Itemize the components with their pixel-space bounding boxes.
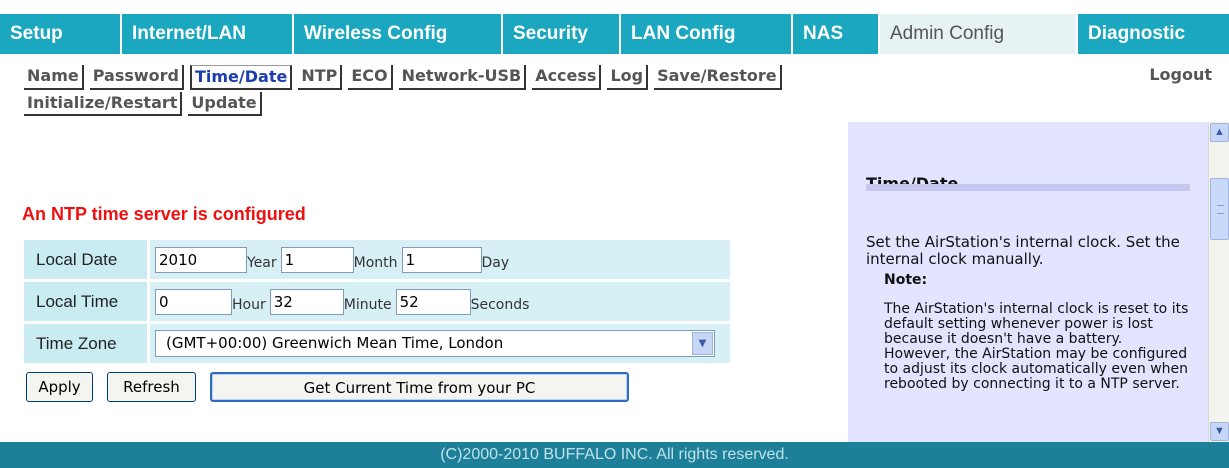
subnav-time-date[interactable]: Time/Date bbox=[189, 65, 293, 90]
day-unit-label: Day bbox=[481, 254, 510, 271]
minute-input[interactable]: 32 bbox=[269, 288, 344, 315]
top-nav: Setup Internet/LAN Wireless Config Secur… bbox=[0, 14, 1229, 54]
scroll-thumb[interactable] bbox=[1210, 178, 1229, 240]
apply-button[interactable]: Apply bbox=[26, 372, 93, 402]
help-divider bbox=[866, 184, 1190, 191]
local-date-fields: 2010 Year 1 Month 1 Day bbox=[150, 240, 730, 279]
seconds-input[interactable]: 52 bbox=[395, 288, 471, 315]
help-text: Set the AirStation's internal clock. Set… bbox=[866, 233, 1180, 268]
time-date-form: Local Date 2010 Year 1 Month 1 Day Local… bbox=[24, 240, 730, 366]
time-zone-row: Time Zone (GMT+00:00) Greenwich Mean Tim… bbox=[24, 324, 730, 363]
hour-input[interactable]: 0 bbox=[155, 288, 232, 315]
local-time-label: Local Time bbox=[24, 282, 150, 321]
arrow-down-icon[interactable]: ▼ bbox=[1210, 422, 1229, 441]
time-zone-select[interactable]: (GMT+00:00) Greenwich Mean Time, London … bbox=[155, 330, 715, 357]
time-zone-field: (GMT+00:00) Greenwich Mean Time, London … bbox=[150, 324, 730, 363]
subnav-log[interactable]: Log bbox=[607, 65, 649, 90]
local-date-label: Local Date bbox=[24, 240, 150, 279]
tab-admin-config[interactable]: Admin Config bbox=[880, 14, 1078, 54]
arrow-up-icon[interactable]: ▲ bbox=[1210, 123, 1229, 142]
footer-copyright: (C)2000-2010 BUFFALO INC. All rights res… bbox=[0, 442, 1229, 468]
tab-nas[interactable]: NAS bbox=[793, 14, 880, 54]
tab-setup[interactable]: Setup bbox=[0, 14, 122, 54]
subnav-update[interactable]: Update bbox=[188, 92, 262, 116]
tab-lan-config[interactable]: LAN Config bbox=[621, 14, 793, 54]
refresh-button[interactable]: Refresh bbox=[107, 372, 196, 402]
hour-unit-label: Hour bbox=[232, 296, 266, 313]
sub-nav-row: Name Password Time/Date NTP ECO Network-… bbox=[24, 65, 788, 90]
subnav-access[interactable]: Access bbox=[532, 65, 602, 90]
month-input[interactable]: 1 bbox=[280, 246, 354, 273]
local-time-row: Local Time 0 Hour 32 Minute 52 Seconds bbox=[24, 282, 730, 321]
year-unit-label: Year bbox=[247, 254, 277, 271]
year-input[interactable]: 2010 bbox=[155, 246, 247, 273]
subnav-name[interactable]: Name bbox=[24, 65, 84, 90]
action-buttons: Apply Refresh Get Current Time from your… bbox=[26, 372, 643, 402]
seconds-unit-label: Seconds bbox=[470, 296, 530, 313]
note-body: The AirStation's internal clock is reset… bbox=[884, 301, 1189, 392]
time-zone-label: Time Zone bbox=[24, 324, 150, 363]
chevron-down-icon[interactable]: ▼ bbox=[692, 332, 713, 355]
subnav-ntp[interactable]: NTP bbox=[298, 65, 343, 90]
subnav-initialize-restart[interactable]: Initialize/Restart bbox=[24, 92, 183, 116]
subnav-network-usb[interactable]: Network-USB bbox=[398, 65, 527, 90]
note-title: Note: bbox=[884, 272, 928, 288]
day-input[interactable]: 1 bbox=[401, 246, 482, 273]
sub-nav-row: Initialize/Restart Update bbox=[24, 92, 268, 116]
tab-security[interactable]: Security bbox=[503, 14, 621, 54]
sub-nav: Name Password Time/Date NTP ECO Network-… bbox=[0, 56, 1229, 120]
minute-unit-label: Minute bbox=[343, 296, 392, 313]
logout-link[interactable]: Logout bbox=[1149, 65, 1212, 84]
get-pc-time-button[interactable]: Get Current Time from your PC bbox=[210, 372, 629, 402]
help-pane: Time/Date Set the AirStation's internal … bbox=[848, 122, 1208, 442]
time-zone-selected-value: (GMT+00:00) Greenwich Mean Time, London bbox=[166, 334, 504, 352]
main-content: An NTP time server is configured Local D… bbox=[0, 122, 848, 442]
tab-diagnostic[interactable]: Diagnostic bbox=[1078, 14, 1229, 54]
ntp-status-message: An NTP time server is configured bbox=[22, 204, 306, 224]
subnav-save-restore[interactable]: Save/Restore bbox=[654, 65, 782, 90]
help-scrollbar[interactable]: ▲ ▼ bbox=[1208, 122, 1229, 442]
local-date-row: Local Date 2010 Year 1 Month 1 Day bbox=[24, 240, 730, 279]
month-unit-label: Month bbox=[353, 254, 398, 271]
subnav-eco[interactable]: ECO bbox=[348, 65, 393, 90]
subnav-password[interactable]: Password bbox=[89, 65, 184, 90]
tab-internet-lan[interactable]: Internet/LAN bbox=[122, 14, 294, 54]
tab-wireless-config[interactable]: Wireless Config bbox=[294, 14, 503, 54]
local-time-fields: 0 Hour 32 Minute 52 Seconds bbox=[150, 282, 730, 321]
